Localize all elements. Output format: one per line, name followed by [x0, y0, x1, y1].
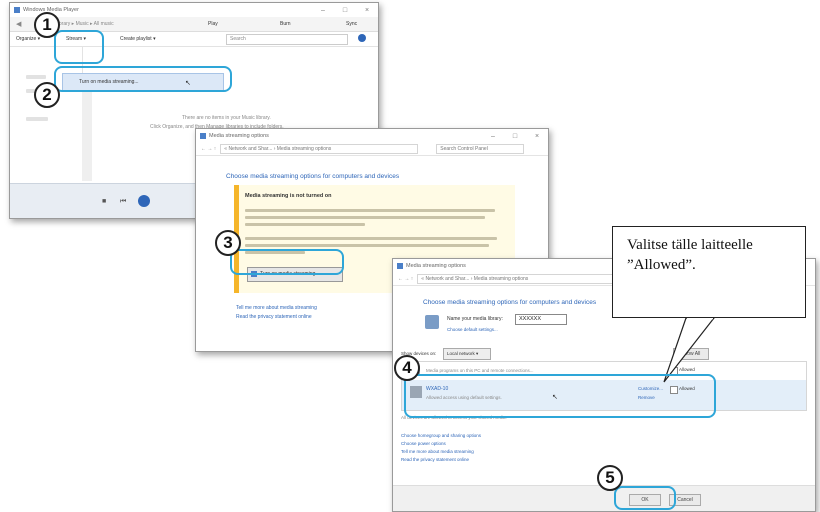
- dialog2-link-privacy[interactable]: Read the privacy statement online: [401, 457, 469, 462]
- step-5-badge: 5: [597, 465, 623, 491]
- stop-icon[interactable]: ■: [102, 198, 106, 205]
- instruction-tooltip: Valitse tälle laitteelle ”Allowed”.: [612, 226, 806, 318]
- play-icon[interactable]: [138, 195, 150, 207]
- dialog1-address-bar: ← → ↑ « Network and Shar... › Media stre…: [196, 143, 548, 156]
- highlight-turn-on-button: [230, 249, 344, 275]
- minimize-icon[interactable]: –: [312, 7, 334, 14]
- highlight-ok-button: [614, 486, 676, 510]
- nav-arrows-icon[interactable]: ← → ↑: [201, 146, 216, 152]
- maximize-icon[interactable]: □: [504, 133, 526, 140]
- organize-menu[interactable]: Organize ▾: [16, 36, 40, 42]
- close-icon[interactable]: ×: [356, 7, 378, 14]
- highlight-stream-menu: [54, 30, 104, 64]
- wmp-breadcrumb: Library ▸ Music ▸ All music: [55, 21, 114, 27]
- library-name-input[interactable]: XXXXXX: [515, 314, 567, 325]
- dialog1-link-more[interactable]: Tell me more about media streaming: [236, 305, 317, 311]
- warning-title: Media streaming is not turned on: [245, 193, 332, 199]
- step-3-badge: 3: [215, 230, 241, 256]
- dialog1-search-input[interactable]: Search Control Panel: [436, 144, 525, 154]
- wmp-titlebar: Windows Media Player – □ ×: [10, 3, 378, 17]
- dialog1-address-input[interactable]: « Network and Shar... › Media streaming …: [220, 144, 419, 154]
- dialog1-heading: Choose media streaming options for compu…: [226, 173, 400, 180]
- dialog2-app-icon: [397, 263, 403, 269]
- tab-sync[interactable]: Sync: [346, 21, 357, 27]
- tab-burn[interactable]: Burn: [280, 21, 291, 27]
- default-settings-link[interactable]: Choose default settings...: [447, 327, 498, 332]
- dialog1-title: Media streaming options: [209, 133, 269, 139]
- dialog2-link-homegroup[interactable]: Choose homegroup and sharing options: [401, 433, 481, 438]
- dialog1-app-icon: [200, 133, 206, 139]
- dialog2-link-more[interactable]: Tell me more about media streaming: [401, 449, 474, 454]
- wmp-search-input[interactable]: Search: [226, 34, 348, 45]
- empty-library-line1: There are no items in your Music library…: [182, 115, 271, 121]
- step-1-badge: 1: [34, 12, 60, 38]
- nav-arrows-icon[interactable]: ← → ↑: [398, 276, 413, 282]
- dialog1-link-privacy[interactable]: Read the privacy statement online: [236, 314, 312, 320]
- highlight-turn-on-menu-item: [54, 66, 232, 92]
- step-4-badge: 4: [394, 355, 420, 381]
- step-2-badge: 2: [34, 82, 60, 108]
- library-name-label: Name your media library:: [447, 316, 503, 322]
- library-icon: [425, 315, 439, 329]
- dialog2-heading: Choose media streaming options for compu…: [423, 299, 597, 306]
- dialog2-title: Media streaming options: [406, 263, 466, 269]
- wmp-app-icon: [14, 7, 20, 13]
- minimize-icon[interactable]: –: [482, 133, 504, 140]
- tooltip-text: Valitse tälle laitteelle ”Allowed”.: [627, 237, 753, 273]
- show-devices-select[interactable]: Local network ▾: [443, 348, 491, 360]
- previous-icon[interactable]: ⏮: [120, 198, 126, 206]
- tab-play[interactable]: Play: [208, 21, 218, 27]
- help-icon[interactable]: [358, 34, 366, 42]
- back-icon[interactable]: ◀: [16, 20, 21, 28]
- allow-all-button[interactable]: Allow All: [673, 348, 709, 360]
- maximize-icon[interactable]: □: [334, 7, 356, 14]
- dialog1-titlebar: Media streaming options – □ ×: [196, 129, 548, 143]
- create-playlist-menu[interactable]: Create playlist ▾: [120, 36, 156, 42]
- dialog2-address-input[interactable]: « Network and Shar... › Media streaming …: [417, 274, 616, 284]
- highlight-device-row: [404, 374, 716, 418]
- close-icon[interactable]: ×: [526, 133, 548, 140]
- dialog2-link-power[interactable]: Choose power options: [401, 441, 446, 446]
